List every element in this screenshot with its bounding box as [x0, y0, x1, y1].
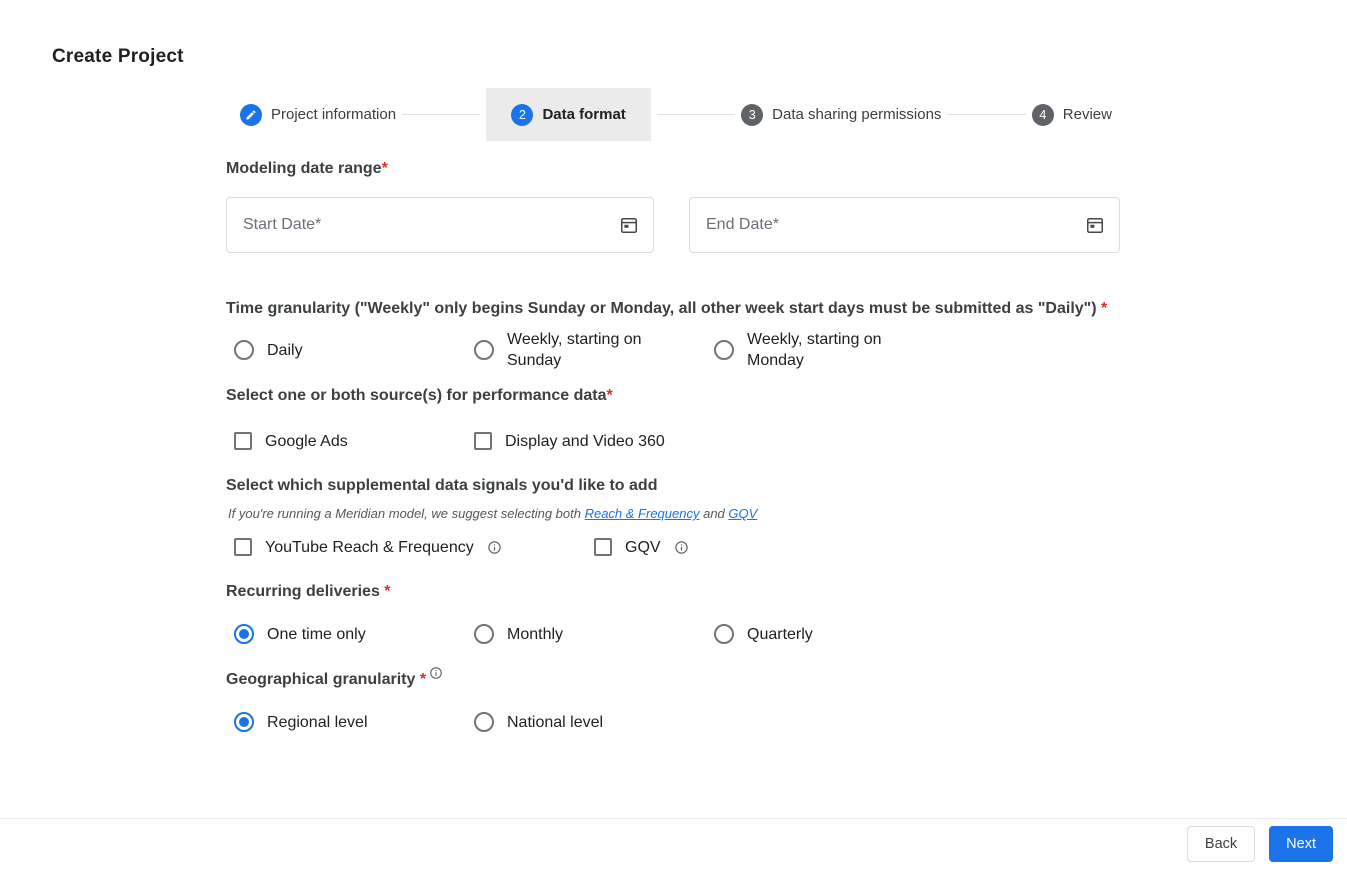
required-asterisk: *	[607, 387, 613, 404]
reach-frequency-link[interactable]: Reach & Frequency	[585, 506, 700, 521]
youtube-reach-frequency-info-icon[interactable]	[487, 540, 502, 555]
checkbox-icon	[234, 432, 252, 450]
radio-regional-level[interactable]: Regional level	[234, 711, 474, 733]
radio-weekly-monday[interactable]: Weekly, starting on Monday	[714, 328, 907, 372]
step-connector	[402, 114, 480, 115]
option-label: Quarterly	[747, 624, 813, 645]
calendar-icon	[619, 215, 639, 235]
geographical-granularity-label: Geographical granularity *	[226, 666, 1126, 693]
label-text: Geographical granularity	[226, 671, 415, 688]
required-asterisk: *	[1097, 300, 1108, 317]
option-label: Daily	[267, 340, 303, 361]
recurring-deliveries-options: One time only Monthly Quarterly	[226, 623, 1126, 645]
step-number-badge: 2	[511, 104, 533, 126]
option-label: Monthly	[507, 624, 563, 645]
recurring-deliveries-label: Recurring deliveries *	[226, 578, 1126, 605]
radio-icon	[234, 340, 254, 360]
create-project-form: Project information 2 Data format 3 Data…	[226, 88, 1126, 733]
option-label: Weekly, starting on Sunday	[507, 329, 667, 371]
supplemental-signals-label: Select which supplemental data signals y…	[226, 472, 1126, 499]
date-range-fields	[226, 197, 1126, 253]
start-date-input[interactable]	[227, 198, 653, 252]
step-data-sharing-permissions[interactable]: 3 Data sharing permissions	[741, 104, 941, 126]
checkbox-display-video-360[interactable]: Display and Video 360	[474, 430, 665, 452]
step-label: Data format	[542, 106, 625, 123]
step-number-badge: 4	[1032, 104, 1054, 126]
note-text: and	[699, 506, 728, 521]
step-data-format[interactable]: 2 Data format	[486, 88, 650, 141]
edit-pencil-icon	[240, 104, 262, 126]
option-label: Display and Video 360	[505, 431, 665, 452]
time-granularity-label: Time granularity ("Weekly" only begins S…	[226, 295, 1121, 322]
geographical-granularity-info-icon[interactable]	[429, 666, 443, 680]
radio-daily[interactable]: Daily	[234, 328, 474, 372]
step-connector	[947, 114, 1025, 115]
next-button[interactable]: Next	[1269, 826, 1333, 862]
label-text: Time granularity ("Weekly" only begins S…	[226, 300, 1097, 317]
option-label: YouTube Reach & Frequency	[265, 537, 474, 558]
supplemental-signals-options: YouTube Reach & Frequency GQV	[226, 536, 1126, 558]
radio-icon	[474, 340, 494, 360]
end-date-field	[689, 197, 1120, 253]
radio-weekly-sunday[interactable]: Weekly, starting on Sunday	[474, 328, 714, 372]
performance-sources-label: Select one or both source(s) for perform…	[226, 382, 1126, 409]
step-label: Data sharing permissions	[772, 106, 941, 123]
option-label: Google Ads	[265, 431, 348, 452]
back-button[interactable]: Back	[1187, 826, 1255, 862]
step-project-information[interactable]: Project information	[240, 104, 396, 126]
calendar-icon	[1085, 215, 1105, 235]
checkbox-icon	[234, 538, 252, 556]
stepper: Project information 2 Data format 3 Data…	[240, 88, 1112, 141]
gqv-info-icon[interactable]	[674, 540, 689, 555]
meridian-suggestion-note: If you're running a Meridian model, we s…	[228, 506, 1126, 521]
label-text: Select which supplemental data signals y…	[226, 477, 657, 494]
option-label: One time only	[267, 624, 366, 645]
start-date-calendar-button[interactable]	[617, 213, 641, 237]
performance-sources-options: Google Ads Display and Video 360	[226, 430, 1126, 452]
label-text: Modeling date range	[226, 160, 382, 177]
checkbox-google-ads[interactable]: Google Ads	[234, 430, 474, 452]
step-label: Review	[1063, 106, 1112, 123]
start-date-field	[226, 197, 654, 253]
radio-icon	[714, 340, 734, 360]
radio-selected-icon	[234, 712, 254, 732]
note-text: If you're running a Meridian model, we s…	[228, 506, 585, 521]
end-date-input[interactable]	[690, 198, 1119, 252]
wizard-footer: Back Next	[0, 818, 1347, 869]
required-asterisk: *	[415, 671, 426, 688]
radio-selected-icon	[234, 624, 254, 644]
step-connector	[657, 114, 735, 115]
label-text: Recurring deliveries	[226, 583, 380, 600]
option-label: Regional level	[267, 712, 368, 733]
modeling-date-range-label: Modeling date range*	[226, 155, 1126, 182]
radio-one-time-only[interactable]: One time only	[234, 623, 474, 645]
checkbox-gqv[interactable]: GQV	[594, 536, 689, 558]
checkbox-icon	[594, 538, 612, 556]
radio-icon	[474, 624, 494, 644]
option-label: Weekly, starting on Monday	[747, 329, 907, 371]
checkbox-icon	[474, 432, 492, 450]
required-asterisk: *	[382, 160, 388, 177]
step-number-badge: 3	[741, 104, 763, 126]
radio-icon	[714, 624, 734, 644]
radio-monthly[interactable]: Monthly	[474, 623, 714, 645]
required-asterisk: *	[380, 583, 391, 600]
geographical-granularity-options: Regional level National level	[226, 711, 1126, 733]
step-label: Project information	[271, 106, 396, 123]
end-date-calendar-button[interactable]	[1083, 213, 1107, 237]
radio-national-level[interactable]: National level	[474, 711, 603, 733]
gqv-link[interactable]: GQV	[728, 506, 757, 521]
radio-icon	[474, 712, 494, 732]
option-label: National level	[507, 712, 603, 733]
page-title: Create Project	[52, 46, 184, 68]
radio-quarterly[interactable]: Quarterly	[714, 623, 813, 645]
time-granularity-options: Daily Weekly, starting on Sunday Weekly,…	[226, 328, 1126, 372]
option-label: GQV	[625, 537, 661, 558]
label-text: Select one or both source(s) for perform…	[226, 387, 607, 404]
checkbox-youtube-reach-frequency[interactable]: YouTube Reach & Frequency	[234, 536, 594, 558]
step-review[interactable]: 4 Review	[1032, 104, 1112, 126]
